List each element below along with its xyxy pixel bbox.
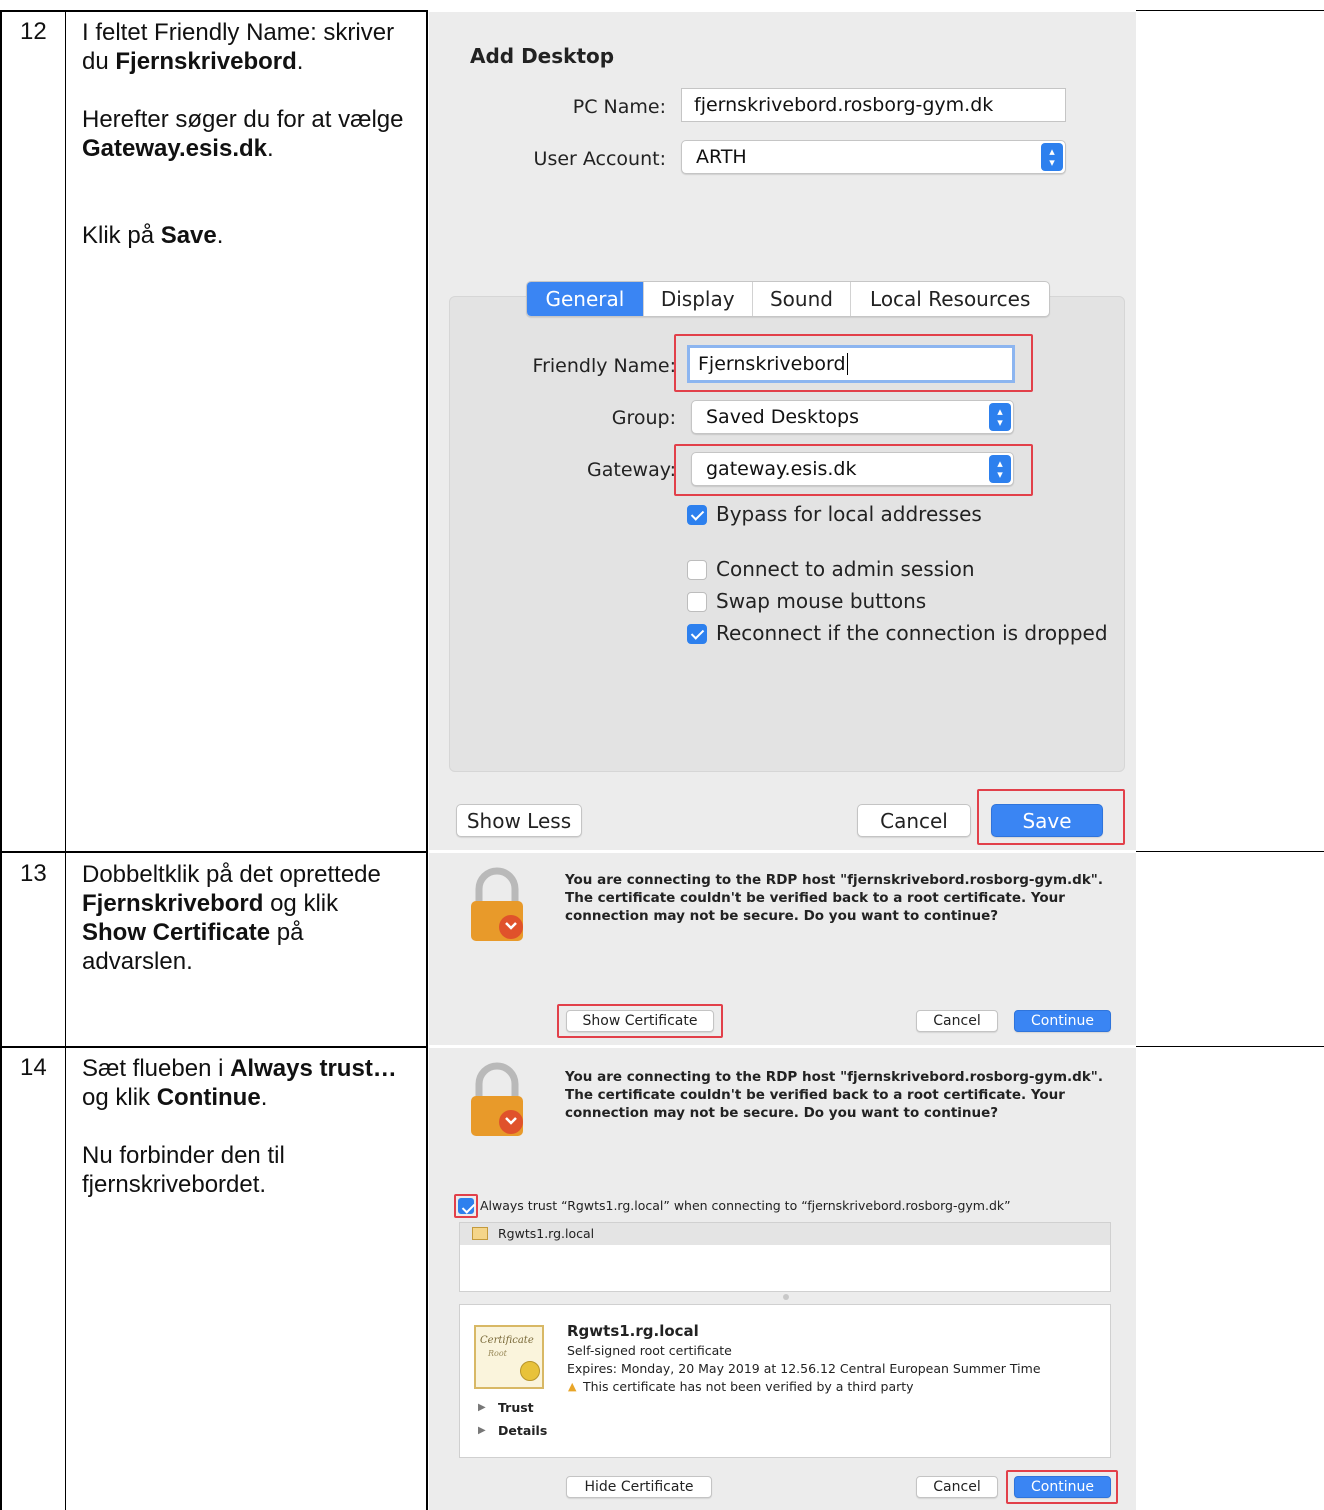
tab-general[interactable]: General xyxy=(527,282,643,316)
warning-icon: ▲ xyxy=(568,1380,577,1393)
group-select[interactable]: Saved Desktops ▴ ▾ xyxy=(691,400,1014,434)
instruction-text: Sæt flueben i xyxy=(82,1055,231,1082)
highlight-box xyxy=(977,789,1125,845)
list-item: Rgwts1.rg.local xyxy=(498,1226,595,1241)
step-number: 13 xyxy=(20,860,47,887)
certificate-image-title: Certificate xyxy=(480,1335,534,1346)
admin-session-label: Connect to admin session xyxy=(716,557,975,581)
certificate-type: Self-signed root certificate xyxy=(567,1343,732,1358)
right-rule-top xyxy=(1136,10,1324,11)
cancel-button[interactable]: Cancel xyxy=(916,1476,998,1498)
cancel-button[interactable]: Cancel xyxy=(857,804,971,837)
add-desktop-window: Add Desktop PC Name: fjernskrivebord.ros… xyxy=(429,12,1136,850)
tab-display[interactable]: Display xyxy=(642,282,752,316)
reconnect-checkbox[interactable] xyxy=(687,624,707,644)
step-instruction: I feltet Friendly Name: skriver du Fjern… xyxy=(82,18,422,250)
tab-sound[interactable]: Sound xyxy=(751,282,851,316)
swap-mouse-checkbox[interactable] xyxy=(687,592,707,612)
details-section[interactable]: Details xyxy=(498,1423,547,1438)
instruction-bold: Fjernskrivebord xyxy=(82,890,264,917)
step-instruction: Dobbeltklik på det oprettede Fjernskrive… xyxy=(82,860,402,976)
always-trust-label: Always trust “Rgwts1.rg.local” when conn… xyxy=(480,1198,1011,1213)
continue-button[interactable]: Continue xyxy=(1014,1010,1111,1032)
admin-session-checkbox[interactable] xyxy=(687,560,707,580)
highlight-box xyxy=(674,444,1033,496)
bypass-checkbox[interactable] xyxy=(687,505,707,525)
certificate-name: Rgwts1.rg.local xyxy=(567,1322,699,1340)
lock-icon xyxy=(467,867,527,943)
friendly-name-label: Friendly Name: xyxy=(532,355,676,377)
right-rule-2 xyxy=(1136,851,1324,852)
certificate-warning: This certificate has not been verified b… xyxy=(583,1379,914,1394)
pc-name-label: PC Name: xyxy=(572,96,666,118)
cert-warning-dialog: You are connecting to the RDP host "fjer… xyxy=(429,853,1136,1045)
reconnect-label: Reconnect if the connection is dropped xyxy=(716,621,1108,645)
swap-mouse-label: Swap mouse buttons xyxy=(716,589,927,613)
highlight-box xyxy=(454,1194,478,1218)
instruction-bold: Show Certificate xyxy=(82,919,271,946)
certificate-expires: Expires: Monday, 20 May 2019 at 12.56.12… xyxy=(567,1361,1041,1376)
certificate-detail-pane: Certificate Root Rgwts1.rg.local Self-si… xyxy=(459,1304,1111,1458)
highlight-box xyxy=(1006,1470,1118,1504)
instruction-text: og klik xyxy=(263,890,339,917)
instruction-text: og klik xyxy=(82,1084,157,1111)
certificate-list[interactable]: Rgwts1.rg.local xyxy=(459,1222,1111,1292)
warning-message: You are connecting to the RDP host "fjer… xyxy=(565,872,1103,924)
disclosure-triangle-icon[interactable]: ▶ xyxy=(478,1402,486,1413)
split-handle[interactable] xyxy=(783,1294,789,1300)
user-account-value: ARTH xyxy=(696,146,747,168)
seal-icon xyxy=(520,1361,540,1381)
step-number: 12 xyxy=(20,18,47,45)
highlight-box xyxy=(674,334,1033,392)
cert-details-dialog: You are connecting to the RDP host "fjer… xyxy=(429,1048,1136,1510)
table-border-left xyxy=(0,10,2,1510)
table-col-divider xyxy=(65,10,66,1510)
group-value: Saved Desktops xyxy=(706,406,859,428)
table-col-divider-2 xyxy=(426,10,428,1510)
settings-tabs: General Display Sound Local Resources xyxy=(526,281,1050,317)
instruction-text: Nu forbinder den til fjernskrivebordet. xyxy=(82,1142,285,1198)
instruction-bold: Fjernskrivebord xyxy=(115,48,297,75)
instruction-bold: Save xyxy=(160,222,217,249)
instruction-bold: Gateway.esis.dk xyxy=(82,135,267,162)
right-rule-3 xyxy=(1136,1046,1324,1047)
gateway-label: Gateway: xyxy=(587,459,676,481)
table-row-divider-2 xyxy=(0,1046,428,1048)
instruction-text: . xyxy=(216,222,224,249)
certificate-icon xyxy=(472,1227,488,1240)
step-number: 14 xyxy=(20,1054,47,1081)
user-account-label: User Account: xyxy=(533,148,666,170)
certificate-image-icon: Certificate Root xyxy=(474,1325,544,1389)
user-account-select[interactable]: ARTH ▴ ▾ xyxy=(681,140,1066,174)
instruction-text: . xyxy=(267,135,274,162)
warning-message: You are connecting to the RDP host "fjer… xyxy=(565,1069,1103,1121)
instruction-bold: Always trust… xyxy=(230,1055,397,1082)
window-title: Add Desktop xyxy=(470,44,615,68)
trust-section[interactable]: Trust xyxy=(498,1400,534,1415)
highlight-box xyxy=(557,1004,723,1038)
tab-local-resources[interactable]: Local Resources xyxy=(850,282,1049,316)
show-less-button[interactable]: Show Less xyxy=(456,804,582,837)
instruction-text: Klik på xyxy=(82,222,161,249)
chevron-updown-icon: ▴ ▾ xyxy=(989,403,1011,431)
instruction-text: Dobbeltklik på det oprettede xyxy=(82,861,381,888)
lock-icon xyxy=(467,1062,527,1138)
table-row-divider-1 xyxy=(0,851,428,853)
cancel-button[interactable]: Cancel xyxy=(916,1010,998,1032)
certificate-image-subtitle: Root xyxy=(488,1349,507,1358)
instruction-bold: Continue xyxy=(156,1084,261,1111)
hide-certificate-button[interactable]: Hide Certificate xyxy=(566,1476,712,1498)
bypass-label: Bypass for local addresses xyxy=(716,502,982,526)
group-label: Group: xyxy=(611,407,676,429)
instruction-text: . xyxy=(296,48,304,75)
disclosure-triangle-icon[interactable]: ▶ xyxy=(478,1425,486,1436)
instruction-text: Herefter søger du for at vælge xyxy=(82,106,404,133)
instruction-text: . xyxy=(260,1084,268,1111)
pc-name-field[interactable]: fjernskrivebord.rosborg-gym.dk xyxy=(681,88,1066,122)
step-instruction: Sæt flueben i Always trust… og klik Cont… xyxy=(82,1054,422,1199)
chevron-updown-icon: ▴ ▾ xyxy=(1041,143,1063,171)
